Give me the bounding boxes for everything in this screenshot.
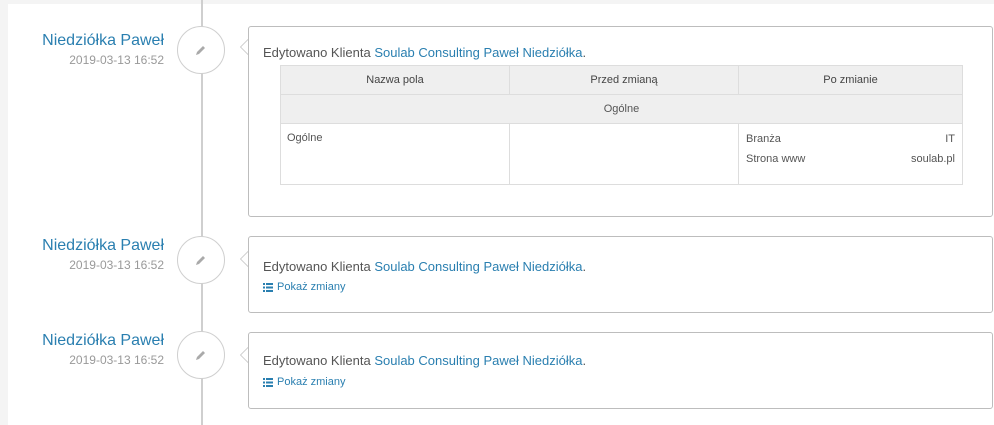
entry-datetime: 2019-03-13 16:52 (69, 53, 164, 67)
author-name[interactable]: Niedziółka Paweł (0, 236, 164, 256)
entry-message: Edytowano Klienta Soulab Consulting Pawe… (263, 259, 586, 274)
entry-message: Edytowano Klienta Soulab Consulting Pawe… (263, 353, 586, 368)
entry-meta: Niedziółka Paweł 2019-03-13 16:52 (0, 31, 164, 67)
message-suffix: . (582, 45, 587, 60)
changes-table: Nazwa pola Przed zmianą Po zmianie Ogóln… (280, 65, 963, 185)
message-text: Edytowano Klienta (263, 353, 371, 368)
entry-datetime: 2019-03-13 16:52 (69, 353, 164, 367)
pencil-icon (196, 46, 205, 55)
column-header-before: Przed zmianą (509, 65, 739, 95)
list-icon (263, 282, 273, 292)
after-item-label: Branża (746, 133, 781, 145)
show-changes-button[interactable]: Pokaż zmiany (263, 281, 345, 293)
column-header-after: Po zmianie (738, 65, 963, 95)
card-pointer (240, 347, 248, 363)
edit-event-badge (177, 26, 225, 74)
client-link[interactable]: Soulab Consulting Paweł Niedziółka (374, 45, 582, 60)
table-header-row: Nazwa pola Przed zmianą Po zmianie (280, 65, 963, 95)
entry-message: Edytowano Klienta Soulab Consulting Pawe… (263, 45, 586, 60)
edit-event-badge (177, 331, 225, 379)
after-item-label: Strona www (746, 153, 806, 165)
message-suffix: . (582, 259, 587, 274)
card-pointer (240, 251, 248, 267)
table-group-row: Ogólne (280, 94, 963, 124)
before-value (509, 123, 739, 185)
message-text: Edytowano Klienta (263, 45, 371, 60)
client-link[interactable]: Soulab Consulting Paweł Niedziółka (374, 259, 582, 274)
message-suffix: . (582, 353, 587, 368)
group-label: Ogólne (280, 94, 963, 124)
list-icon (263, 377, 273, 387)
after-item: Branża IT (740, 129, 961, 149)
after-item-value: soulab.pl (910, 153, 955, 165)
entry-meta: Niedziółka Paweł 2019-03-13 16:52 (0, 331, 164, 367)
entry-card: Edytowano Klienta Soulab Consulting Pawe… (240, 236, 993, 313)
entry-card: Edytowano Klienta Soulab Consulting Pawe… (240, 332, 993, 409)
pencil-icon (196, 351, 205, 360)
entry-datetime: 2019-03-13 16:52 (69, 258, 164, 272)
after-value: Branża IT Strona www soulab.pl (738, 123, 963, 185)
message-text: Edytowano Klienta (263, 259, 371, 274)
author-name[interactable]: Niedziółka Paweł (0, 331, 164, 351)
field-name: Ogólne (280, 123, 510, 185)
pencil-icon (196, 256, 205, 265)
card-pointer (240, 39, 248, 55)
entry-meta: Niedziółka Paweł 2019-03-13 16:52 (0, 236, 164, 272)
column-header-field: Nazwa pola (280, 65, 510, 95)
show-changes-label: Pokaż zmiany (277, 281, 346, 293)
author-name[interactable]: Niedziółka Paweł (0, 31, 164, 51)
after-item: Strona www soulab.pl (740, 149, 961, 169)
show-changes-button[interactable]: Pokaż zmiany (263, 376, 345, 388)
show-changes-label: Pokaż zmiany (277, 376, 346, 388)
table-row: Ogólne Branża IT Strona www soulab.pl (280, 123, 963, 185)
after-item-value: IT (945, 133, 955, 145)
client-link[interactable]: Soulab Consulting Paweł Niedziółka (374, 353, 582, 368)
entry-card: Edytowano Klienta Soulab Consulting Pawe… (240, 26, 993, 217)
edit-event-badge (177, 236, 225, 284)
